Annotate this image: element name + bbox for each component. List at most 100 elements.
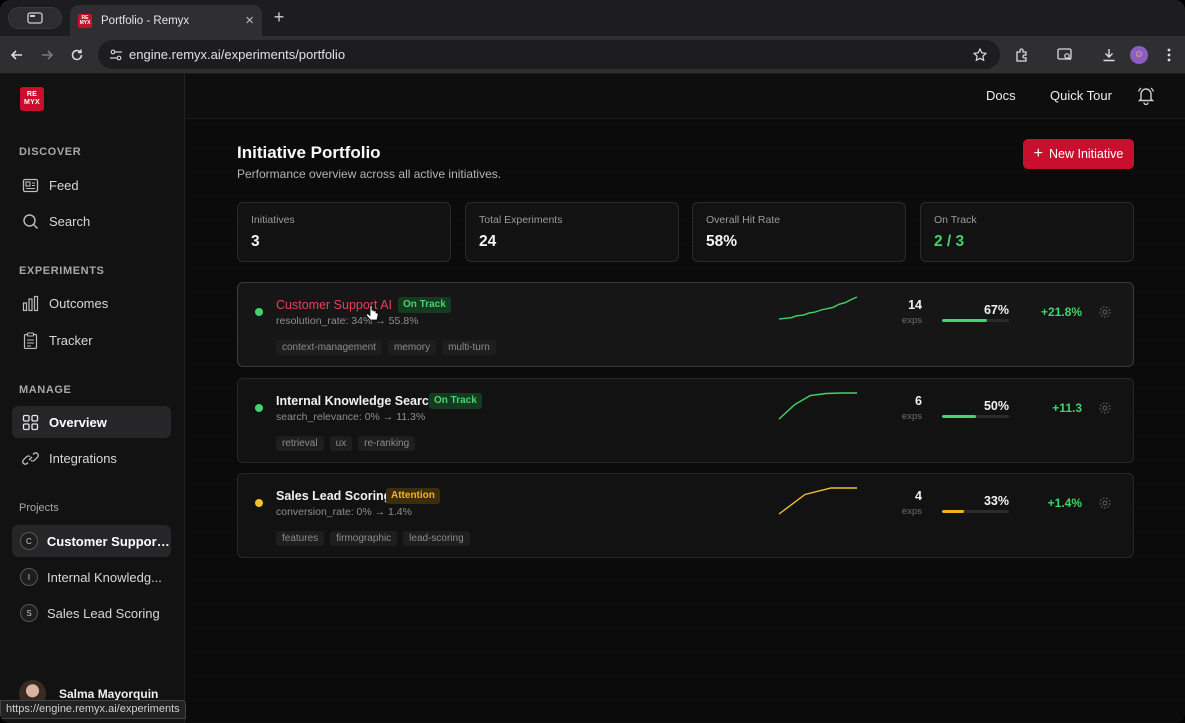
sparkline xyxy=(778,487,857,515)
sparkline xyxy=(778,392,857,420)
gear-icon[interactable] xyxy=(1098,305,1112,319)
experiment-count: 6 xyxy=(915,394,922,408)
metric-delta: +1.4% xyxy=(1047,496,1082,510)
tab-search-button[interactable] xyxy=(8,7,62,29)
extensions-icon[interactable] xyxy=(1010,44,1032,66)
tag: context-management xyxy=(276,340,382,355)
sidebar-item-label: Outcomes xyxy=(49,295,109,311)
stat-card-hit-rate: Overall Hit Rate 58% xyxy=(692,202,906,262)
stat-card-total-experiments: Total Experiments 24 xyxy=(465,202,679,262)
quick-tour-link[interactable]: Quick Tour xyxy=(1050,88,1112,103)
docs-link[interactable]: Docs xyxy=(986,88,1016,103)
search-icon xyxy=(20,211,40,231)
sidebar: RE MYX DISCOVER Feed Search EXPERIMENTS xyxy=(0,74,185,723)
project-label: Customer Support... xyxy=(46,533,171,549)
status-dot xyxy=(255,404,263,412)
address-bar[interactable]: engine.remyx.ai/experiments/portfolio xyxy=(98,40,1000,69)
experiment-count-label: exps xyxy=(901,506,922,517)
tab-strip-icon xyxy=(27,12,43,24)
status-badge: On Track xyxy=(429,393,482,409)
experiment-count: 14 xyxy=(908,298,922,312)
project-badge: I xyxy=(20,568,38,586)
stat-value: 3 xyxy=(251,233,260,250)
status-badge: Attention xyxy=(386,488,440,504)
feed-icon xyxy=(20,175,40,195)
site-info-icon[interactable] xyxy=(105,49,127,61)
project-item-sales-lead-scoring[interactable]: S Sales Lead Scoring xyxy=(12,597,171,629)
link-icon xyxy=(20,448,40,468)
project-item-internal-knowledge[interactable]: I Internal Knowledg... xyxy=(12,561,171,593)
tag: multi-turn xyxy=(442,340,496,355)
bookmark-star-icon[interactable] xyxy=(968,47,992,62)
sidebar-item-search[interactable]: Search xyxy=(12,205,171,237)
initiative-name[interactable]: Sales Lead Scoring xyxy=(276,489,391,503)
sidebar-item-outcomes[interactable]: Outcomes xyxy=(12,287,171,319)
tab-search-icon[interactable] xyxy=(1054,44,1076,66)
stat-value: 2 / 3 xyxy=(934,233,965,250)
grid-icon xyxy=(20,412,40,432)
remyx-favicon: RE MYX xyxy=(78,13,92,28)
reload-icon[interactable] xyxy=(66,44,88,66)
experiment-count-label: exps xyxy=(901,411,922,422)
app-root: RE MYX DISCOVER Feed Search EXPERIMENTS xyxy=(0,74,1185,723)
status-dot xyxy=(255,499,263,507)
status-badge: On Track xyxy=(398,297,451,313)
download-icon[interactable] xyxy=(1098,44,1120,66)
metric-delta: +11.3 xyxy=(1052,401,1082,415)
user-name: Salma Mayorquin xyxy=(59,686,159,701)
tag: memory xyxy=(387,340,437,355)
section-label-experiments: EXPERIMENTS xyxy=(19,265,105,277)
browser-toolbar: engine.remyx.ai/experiments/portfolio ☺ xyxy=(0,36,1185,74)
new-initiative-label: New Initiative xyxy=(1049,147,1124,161)
stat-label: Total Experiments xyxy=(479,214,563,226)
profile-avatar[interactable]: ☺ xyxy=(1128,44,1150,66)
plus-icon: + xyxy=(1033,145,1043,162)
tab-title: Portfolio - Remyx xyxy=(101,14,190,27)
back-icon[interactable] xyxy=(6,44,28,66)
tag: ux xyxy=(329,436,353,451)
page-title: Initiative Portfolio xyxy=(237,143,381,162)
logo-text-top: RE xyxy=(26,91,38,98)
project-item-customer-support[interactable]: C Customer Support... xyxy=(12,525,171,557)
metric-delta: +21.8% xyxy=(1040,305,1082,319)
stat-value: 58% xyxy=(706,233,738,250)
forward-icon[interactable] xyxy=(36,44,58,66)
gear-icon[interactable] xyxy=(1098,401,1112,415)
sidebar-item-label: Tracker xyxy=(49,332,93,348)
browser-menu-icon[interactable] xyxy=(1158,44,1180,66)
initiative-name[interactable]: Internal Knowledge Search xyxy=(276,394,436,408)
stat-label: Overall Hit Rate xyxy=(706,214,781,226)
tag: features xyxy=(276,531,325,546)
hit-rate-value: 33% xyxy=(983,494,1009,508)
initiative-card[interactable]: Sales Lead Scoring Attention conversion_… xyxy=(237,473,1134,558)
sidebar-item-integrations[interactable]: Integrations xyxy=(12,442,171,474)
sidebar-item-overview[interactable]: Overview xyxy=(12,406,171,438)
tag-list: features firmographic lead-scoring xyxy=(276,531,470,546)
close-tab-icon[interactable]: × xyxy=(245,13,254,28)
gear-icon[interactable] xyxy=(1098,496,1112,510)
project-badge: S xyxy=(20,604,38,622)
pointer-cursor-icon xyxy=(366,305,379,321)
sidebar-item-feed[interactable]: Feed xyxy=(12,169,171,201)
notifications-bell-icon[interactable] xyxy=(1136,85,1158,107)
url-text: engine.remyx.ai/experiments/portfolio xyxy=(129,47,346,62)
tag: re-ranking xyxy=(358,436,416,451)
initiative-card[interactable]: Customer Support AI On Track resolution_… xyxy=(237,282,1134,367)
browser-tab[interactable]: RE MYX Portfolio - Remyx × xyxy=(70,5,262,36)
initiative-card[interactable]: Internal Knowledge Search On Track searc… xyxy=(237,378,1134,463)
hit-rate-value: 67% xyxy=(983,303,1009,317)
new-initiative-button[interactable]: + New Initiative xyxy=(1023,139,1134,169)
section-label-discover: DISCOVER xyxy=(19,146,82,158)
project-label: Sales Lead Scoring xyxy=(47,605,160,621)
experiment-count-label: exps xyxy=(901,315,922,326)
remyx-logo[interactable]: RE MYX xyxy=(20,87,44,111)
initiative-metric: conversion_rate: 0% → 1.4% xyxy=(276,506,412,518)
logo-text-bottom: MYX xyxy=(23,99,41,106)
new-tab-icon[interactable]: + xyxy=(270,8,288,26)
projects-label: Projects xyxy=(19,502,59,514)
tag: lead-scoring xyxy=(403,531,470,546)
tag: retrieval xyxy=(276,436,324,451)
stat-label: On Track xyxy=(934,214,977,226)
initiative-metric: search_relevance: 0% → 11.3% xyxy=(276,411,426,423)
sidebar-item-tracker[interactable]: Tracker xyxy=(12,324,171,356)
